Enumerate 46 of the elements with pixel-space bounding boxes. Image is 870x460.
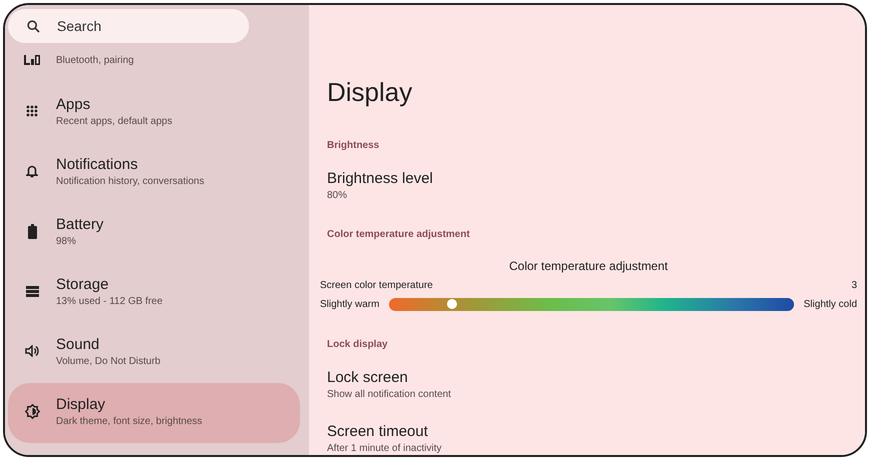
- setting-summary: Show all notification content: [327, 388, 452, 401]
- slider-thumb[interactable]: [447, 299, 458, 309]
- item-title: Display: [56, 394, 106, 414]
- item-subtitle: 98%: [56, 234, 78, 248]
- sidebar-item[interactable]: Apps Recent apps, default apps: [8, 83, 300, 143]
- storage-icon: [26, 286, 38, 296]
- sidebar-item[interactable]: Bluetooth, pairing: [8, 41, 300, 83]
- slider-title: Color temperature adjustment: [508, 258, 669, 274]
- page-title: Display: [327, 76, 414, 108]
- min-label: Slightly warm: [320, 298, 380, 310]
- devices-icon: [24, 55, 40, 65]
- sidebar-item[interactable]: Sound Volume, Do Not Disturb: [8, 323, 300, 383]
- brightness-icon: [24, 404, 40, 418]
- item-title: Notifications: [56, 154, 139, 174]
- speaker-icon: [25, 345, 39, 357]
- item-subtitle: Notification history, conversations: [56, 174, 206, 188]
- item-title: Battery: [56, 214, 105, 234]
- item-subtitle: Recent apps, default apps: [56, 114, 174, 128]
- section-header: Color temperature adjustment: [327, 228, 471, 242]
- item-subtitle: 13% used - 112 GB free: [56, 294, 164, 308]
- max-label: Slightly cold: [804, 298, 857, 310]
- item-subtitle: Bluetooth, pairing: [56, 54, 135, 67]
- bell-icon: [26, 164, 38, 178]
- setting-title[interactable]: Lock screen: [327, 368, 857, 388]
- grid-icon: [26, 105, 38, 117]
- section-header: Brightness: [327, 139, 380, 153]
- search-icon: [27, 20, 40, 33]
- sidebar-item[interactable]: Storage 13% used - 112 GB free: [8, 263, 300, 323]
- setting-title[interactable]: Brightness level: [327, 169, 857, 189]
- item-subtitle: Volume, Do Not Disturb: [56, 354, 162, 368]
- item-title: Storage: [56, 274, 110, 294]
- item-title: Apps: [56, 94, 92, 114]
- slider-label: Screen color temperature: [320, 279, 433, 292]
- sidebar-item[interactable]: Battery 98%: [8, 203, 300, 263]
- section-header: Lock display: [327, 338, 389, 352]
- search-field[interactable]: Search: [8, 9, 249, 43]
- setting-title[interactable]: Screen timeout: [327, 422, 857, 442]
- sidebar-item[interactable]: Display Dark theme, font size, brightness: [8, 383, 300, 443]
- setting-summary: 80%: [327, 189, 348, 202]
- setting-summary: After 1 minute of inactivity: [327, 442, 442, 455]
- item-title: Sound: [56, 334, 100, 354]
- item-subtitle: Dark theme, font size, brightness: [56, 414, 204, 428]
- slider-value: 3: [851, 279, 857, 292]
- sidebar-item[interactable]: Notifications Notification history, conversations: [8, 143, 300, 203]
- slider-track[interactable]: [389, 298, 794, 310]
- battery-icon: [28, 224, 36, 238]
